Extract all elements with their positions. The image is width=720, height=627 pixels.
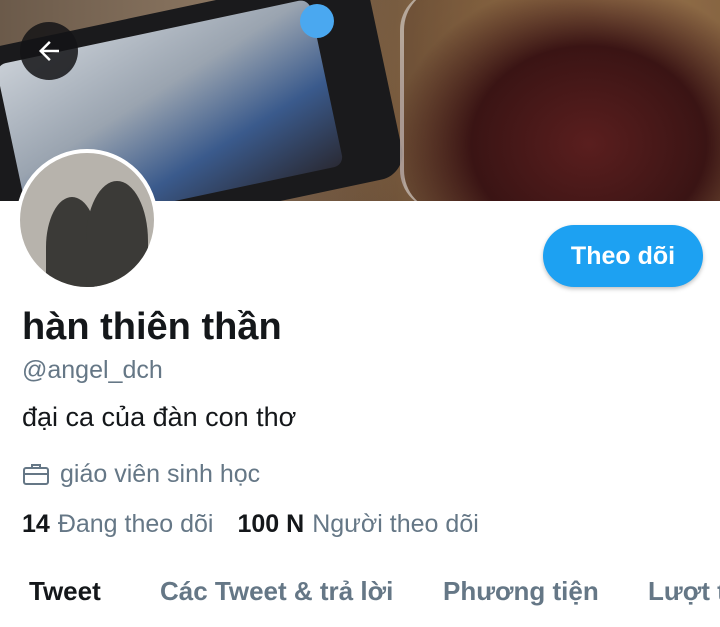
occupation-row: giáo viên sinh học: [22, 457, 260, 491]
profile-tabs: Tweet Các Tweet & trả lời Phương tiện Lư…: [0, 560, 720, 627]
avatar[interactable]: [16, 149, 158, 291]
briefcase-icon: [22, 460, 52, 488]
bio: đại ca của đàn con thơ: [22, 402, 297, 432]
occupation-text: giáo viên sinh học: [60, 459, 261, 488]
tab-likes[interactable]: Lượt thích: [648, 576, 720, 607]
tab-tweets[interactable]: Tweet: [29, 576, 101, 607]
display-name: hàn thiên thần: [22, 306, 282, 348]
followers-count: 100 N: [237, 510, 305, 538]
avatar-silhouette: [86, 181, 148, 287]
following-link[interactable]: 14 Đang theo dõi: [22, 510, 238, 539]
arrow-left-icon: [39, 41, 59, 61]
following-count: 14: [22, 510, 50, 538]
tab-media[interactable]: Phương tiện: [443, 576, 599, 607]
followers-link[interactable]: 100 N Người theo dõi: [238, 510, 503, 539]
tab-tweets-replies[interactable]: Các Tweet & trả lời: [160, 576, 393, 607]
following-label: Đang theo dõi: [57, 510, 214, 538]
banner-wine-glass-image: [400, 0, 720, 201]
back-button[interactable]: [20, 22, 78, 80]
banner-camera-button-image: [300, 4, 334, 38]
user-handle: @angel_dch: [22, 356, 163, 384]
followers-label: Người theo dõi: [312, 510, 479, 538]
follow-stats: 14 Đang theo dõi 100 N Người theo dõi: [22, 510, 503, 539]
follow-button[interactable]: Theo dõi: [543, 225, 703, 287]
